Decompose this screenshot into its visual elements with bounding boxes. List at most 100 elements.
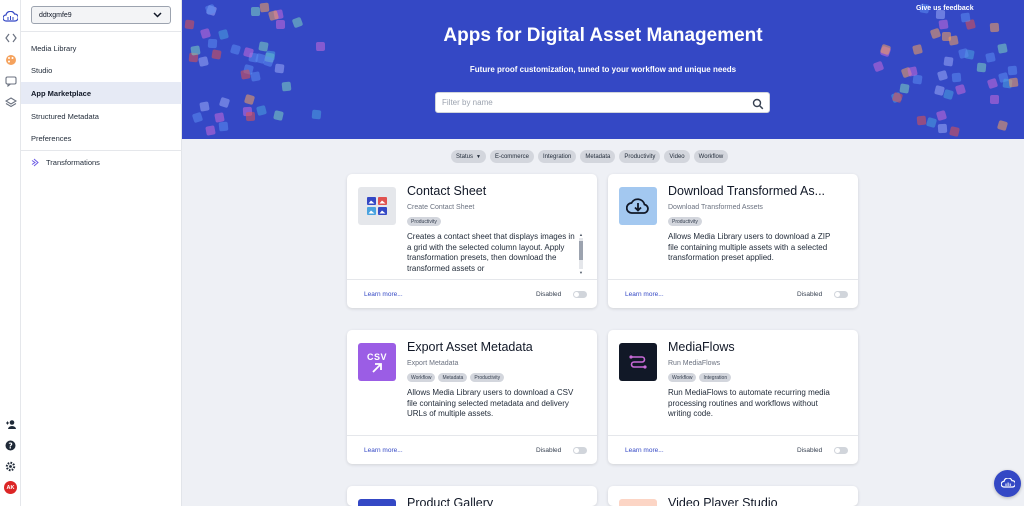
help-icon[interactable]: ? [3,438,18,452]
chat-icon[interactable] [3,74,18,88]
nav-item-structured-metadata[interactable]: Structured Metadata [21,105,182,127]
card-divider [608,279,858,280]
avatar[interactable]: AK [4,481,17,494]
add-user-icon[interactable] [3,417,18,431]
tag: Productivity [668,217,702,226]
scroll-thumb[interactable] [579,241,583,260]
nav-item-preferences[interactable]: Preferences [21,127,182,149]
tag: Metadata [438,373,468,382]
learn-more-link[interactable]: Learn more... [625,447,664,454]
tag: Integration [699,373,732,382]
decorative-tile [986,77,999,89]
decorative-tile [205,125,216,136]
csv-export-icon: CSV [358,343,396,381]
filter-productivity[interactable]: Productivity [619,150,661,163]
decorative-tile [935,109,948,121]
nav-item-label: Preferences [31,133,72,143]
status-label: Disabled [797,447,823,454]
avatar-initials: AK [6,484,15,491]
chip-label: Status [456,153,474,160]
tag: Productivity [470,373,505,382]
decorative-tile [281,81,292,92]
enable-toggle[interactable] [573,291,587,298]
filter-integration[interactable]: Integration [537,150,577,163]
card-description: Allows Media Library users to download a… [668,232,831,262]
cloud-logo-icon[interactable] [3,9,18,23]
card-tags: Productivity [668,217,702,226]
filter-status[interactable]: Status ▼ [451,150,486,163]
card-tags: Workflow Integration [668,373,732,382]
card-subtitle: Download Transformed Assets [668,204,763,211]
decorative-tile [251,6,261,16]
learn-more-link[interactable]: Learn more... [625,291,664,298]
card-title: MediaFlows [668,340,735,354]
caret-down-icon: ▼ [476,153,481,160]
decorative-tile [899,83,910,94]
svg-text:?: ? [8,441,12,450]
learn-more-link[interactable]: Learn more... [364,447,403,454]
filter-e-commerce[interactable]: E-commerce [489,150,534,163]
code-brackets-icon[interactable] [3,31,18,45]
nav-item-label: App Marketplace [31,88,92,98]
card-title: Video Player Studio [668,496,778,506]
nav-item-label: Structured Metadata [31,111,99,121]
tag: Workflow [407,373,436,382]
video-player-icon [619,499,657,506]
cloud-logo-icon [1000,475,1016,493]
layers-icon[interactable] [3,95,18,109]
decorative-tile [960,12,971,23]
decorative-tile [256,105,268,117]
learn-more-link[interactable]: Learn more... [364,291,403,298]
nav-divider [21,31,182,32]
decorative-tile [937,123,948,134]
card-subtitle: Export Metadata [407,360,459,367]
tag: Workflow [668,373,697,382]
csv-icon-text: CSV [366,351,387,362]
decorative-tile [891,91,903,103]
card-divider [608,435,858,436]
card-description: Creates a contact sheet that displays im… [407,232,575,273]
app-card-video-player-studio[interactable]: Video Player Studio [608,486,858,506]
palette-icon[interactable] [3,53,18,67]
filter-workflow[interactable]: Workflow [693,150,729,163]
side-navigation: ddtxgmfe9 Media Library Studio App Marke… [21,0,182,506]
product-gallery-icon [358,499,396,506]
card-tags: Workflow Metadata Productivity [407,373,505,382]
app-card-product-gallery[interactable]: Product Gallery [347,486,597,506]
scroll-down-icon[interactable]: ▼ [578,270,584,275]
filter-metadata[interactable]: Metadata [580,150,616,163]
mediaflows-icon [619,343,657,381]
feedback-link[interactable]: Give us feedback [916,5,974,12]
status-label: Disabled [797,291,823,298]
decorative-tile [954,83,967,95]
decorative-tile [933,84,945,96]
nav-item-app-marketplace[interactable]: App Marketplace [21,82,182,104]
filter-video[interactable]: Video [664,150,690,163]
decorative-tile [916,115,927,126]
enable-toggle[interactable] [834,447,848,454]
app-card-mediaflows[interactable]: MediaFlows Run MediaFlows Workflow Integ… [608,330,858,464]
decorative-tile [1008,77,1019,88]
app-card-download-transformed-assets[interactable]: Download Transformed As... Download Tran… [608,174,858,308]
search-icon[interactable] [752,97,764,110]
gear-icon[interactable] [3,459,18,473]
status-label: Disabled [536,447,562,454]
app-card-export-asset-metadata[interactable]: CSV Export Asset Metadata Export Metadat… [347,330,597,464]
enable-toggle[interactable] [573,447,587,454]
support-chat-button[interactable] [994,470,1021,497]
card-title: Product Gallery [407,496,494,506]
page-title: Apps for Digital Asset Management [443,25,763,46]
app-card-contact-sheet[interactable]: Contact Sheet Create Contact Sheet Produ… [347,174,597,308]
scroll-up-icon[interactable]: ▲ [578,232,584,237]
decorative-tile [985,51,997,63]
enable-toggle[interactable] [834,291,848,298]
nav-item-studio[interactable]: Studio [21,59,182,81]
status-label: Disabled [536,291,562,298]
nav-item-media-library[interactable]: Media Library [21,37,182,59]
environment-select[interactable]: ddtxgmfe9 [31,6,171,24]
nav-item-label: Media Library [31,43,77,53]
card-description: Allows Media Library users to download a… [407,388,574,418]
description-scrollbar[interactable]: ▲ ▼ [578,232,584,275]
nav-item-transformations[interactable]: Transformations [21,151,182,173]
search-input[interactable] [442,95,742,110]
